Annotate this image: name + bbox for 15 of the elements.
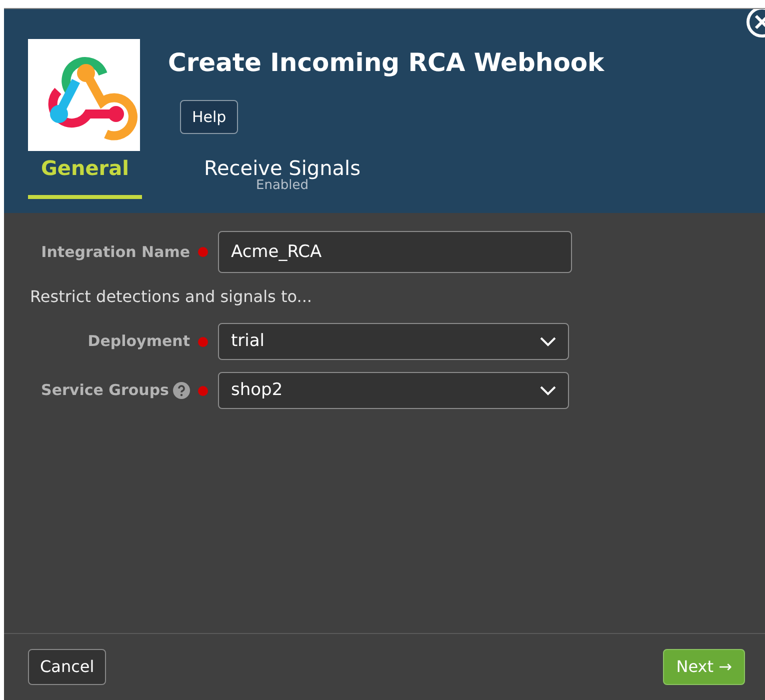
help-icon[interactable] — [173, 382, 190, 399]
chevron-down-icon — [540, 386, 556, 396]
field-label: Service Groups — [41, 380, 169, 402]
field-label: Integration Name — [41, 242, 190, 263]
field-label: Deployment — [88, 331, 190, 352]
dropdown[interactable]: shop2 — [218, 372, 569, 409]
tab[interactable]: General — [28, 153, 142, 200]
help-button[interactable]: Help — [180, 100, 238, 134]
dropdown[interactable]: trial — [218, 323, 569, 360]
text-field[interactable]: Acme_RCA — [218, 231, 572, 273]
tab[interactable]: Receive Signals Enabled — [204, 153, 361, 200]
hint-text: Restrict detections and signals to... — [30, 286, 313, 308]
cancel-button[interactable]: Cancel — [28, 649, 106, 685]
dialog-title: Create Incoming RCA Webhook — [168, 47, 604, 79]
chevron-down-icon — [540, 336, 556, 346]
